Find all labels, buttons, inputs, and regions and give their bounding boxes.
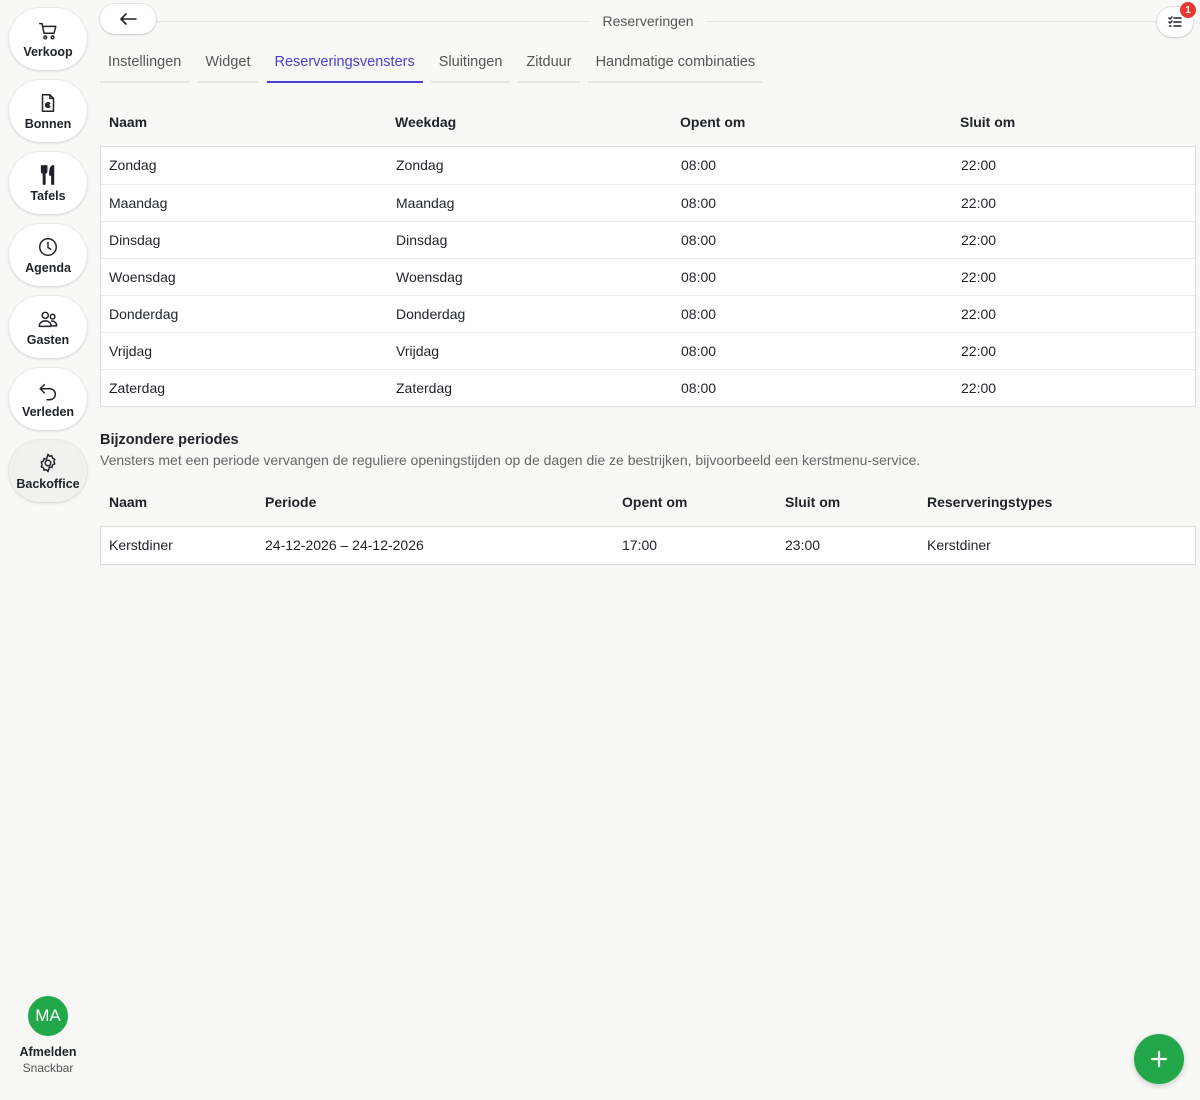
periods-table-header: Naam Periode Opent om Sluit om Reserveri… [100,480,1196,520]
user-block[interactable]: MA Afmelden Snackbar [0,996,96,1075]
cell-closes: 22:00 [961,306,997,322]
cell-name: Dinsdag [109,232,161,248]
gear-icon [40,453,56,472]
cell-closes: 23:00 [785,537,821,553]
cell-opens: 08:00 [681,343,717,359]
column-header[interactable]: Sluit om [960,114,1015,130]
add-button[interactable] [1134,1034,1184,1084]
table-row[interactable]: Vrijdag Vrijdag 08:00 22:00 [101,332,1195,369]
cell-closes: 22:00 [961,195,997,211]
cell-opens: 08:00 [681,269,717,285]
table-row[interactable]: Kerstdiner 24-12-2026 – 24-12-2026 17:00… [101,527,1195,564]
column-header[interactable]: Naam [109,494,147,510]
cell-opens: 08:00 [681,232,717,248]
sidebar-item-label: Verkoop [23,44,73,59]
cell-name: Donderdag [109,306,179,322]
section-description: Vensters met een periode vervangen de re… [100,452,921,468]
sidebar-item-tafels[interactable]: Tafels [9,152,87,214]
cell-weekday: Woensdag [396,269,463,285]
cell-weekday: Zondag [396,157,444,173]
notification-badge: 1 [1180,2,1196,18]
column-header[interactable]: Sluit om [785,494,840,510]
table-row[interactable]: Maandag Maandag 08:00 22:00 [101,184,1195,221]
table-row[interactable]: Woensdag Woensdag 08:00 22:00 [101,258,1195,295]
logout-link[interactable]: Afmelden [20,1045,77,1059]
cell-reservation-types: Kerstdiner [927,537,991,553]
cell-opens: 08:00 [681,306,717,322]
section-title: Bijzondere periodes [100,432,239,448]
tab-bar: Instellingen Widget Reserveringsvensters… [100,52,771,83]
sidebar-item-verkoop[interactable]: Verkoop [9,8,87,70]
checklist-icon [1168,16,1182,27]
column-header[interactable]: Weekdag [395,114,456,130]
cell-opens: 08:00 [681,195,717,211]
tab-widget[interactable]: Widget [197,52,259,83]
avatar[interactable]: MA [28,996,68,1036]
cell-weekday: Vrijdag [396,343,440,359]
cell-weekday: Maandag [396,195,455,211]
tasks-button[interactable]: 1 [1157,2,1196,37]
cell-name: Zaterdag [109,380,166,396]
windows-table: Zondag Zondag 08:00 22:00 Maandag Maandag 08:… [100,146,1196,407]
sidebar-item-agenda[interactable]: Agenda [9,224,87,286]
table-row[interactable]: Zondag Zondag 08:00 22:00 [101,147,1195,184]
sidebar: Verkoop Bonnen Tafels Agenda Gasten Verl… [0,0,96,1100]
cell-closes: 22:00 [961,157,997,173]
sidebar-item-label: Gasten [26,332,70,347]
table-row[interactable]: Zaterdag Zaterdag 08:00 22:00 [101,369,1195,406]
cell-name: Kerstdiner [109,537,173,553]
sidebar-item-bonnen[interactable]: Bonnen [9,80,87,142]
windows-table-header: Naam Weekdag Opent om Sluit om [100,100,1196,140]
page-title: Reserveringen [602,13,694,29]
column-header[interactable]: Opent om [680,114,745,130]
column-header[interactable]: Periode [265,494,316,510]
column-header[interactable]: Reserveringstypes [927,494,1052,510]
plus-icon [1150,1050,1168,1068]
cell-closes: 22:00 [961,269,997,285]
receipt-euro-icon [41,93,55,112]
tab-handmatige-combinaties[interactable]: Handmatige combinaties [587,52,764,83]
tab-sluitingen[interactable]: Sluitingen [430,52,511,83]
location-label: Snackbar [22,1061,74,1075]
sidebar-item-gasten[interactable]: Gasten [9,296,87,358]
sidebar-item-label: Bonnen [24,116,72,131]
header-divider [156,21,590,22]
cell-weekday: Donderdag [396,306,466,322]
tab-zitduur[interactable]: Zitduur [518,52,580,83]
cell-opens: 17:00 [622,537,658,553]
cell-closes: 22:00 [961,380,997,396]
cell-closes: 22:00 [961,343,997,359]
cell-name: Vrijdag [109,343,153,359]
cell-closes: 22:00 [961,232,997,248]
cell-opens: 08:00 [681,380,717,396]
tab-reserveringsvensters[interactable]: Reserveringsvensters [266,52,423,83]
cell-weekday: Dinsdag [396,232,448,248]
sidebar-item-label: Agenda [25,260,71,275]
table-row[interactable]: Donderdag Donderdag 08:00 22:00 [101,295,1195,332]
column-header[interactable]: Opent om [622,494,687,510]
periods-table: Kerstdiner 24-12-2026 – 24-12-2026 17:00… [100,526,1196,565]
sidebar-item-label: Backoffice [16,476,80,491]
back-button[interactable] [100,4,156,34]
clock-icon [39,237,57,256]
arrow-left-icon [120,13,137,25]
header-divider [706,21,1156,22]
cell-weekday: Zaterdag [396,380,453,396]
cart-icon [39,22,57,40]
sidebar-item-backoffice[interactable]: Backoffice [9,440,87,502]
cell-opens: 08:00 [681,157,717,173]
fork-knife-icon [40,164,55,185]
sidebar-item-label: Tafels [30,188,66,203]
cell-period: 24-12-2026 – 24-12-2026 [265,537,424,553]
cell-name: Zondag [109,157,157,173]
cell-name: Maandag [109,195,168,211]
table-row[interactable]: Dinsdag Dinsdag 08:00 22:00 [101,221,1195,258]
column-header[interactable]: Naam [109,114,147,130]
undo-arrow-icon [39,383,56,400]
sidebar-item-label: Verleden [21,404,75,419]
users-icon [38,311,58,327]
cell-name: Woensdag [109,269,176,285]
sidebar-item-verleden[interactable]: Verleden [9,368,87,430]
tab-instellingen[interactable]: Instellingen [100,52,190,83]
